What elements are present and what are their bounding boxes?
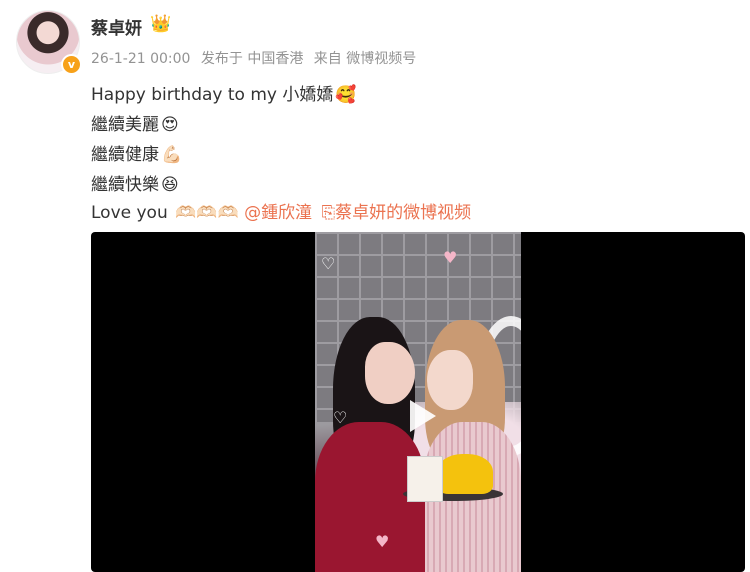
crown-icon: 👑 bbox=[150, 14, 172, 34]
post-time[interactable]: 26-1-21 00:00 bbox=[91, 51, 190, 67]
heart-icon: ♡ bbox=[321, 254, 336, 273]
post-line-5: Love you 🫶🏻🫶🏻🫶🏻 @鍾欣潼 ⎘蔡卓妍的微博视频 bbox=[91, 198, 471, 223]
post-text: 繼續健康 bbox=[91, 145, 159, 165]
post-line-2: 繼續美麗 😍 bbox=[91, 110, 179, 135]
mention-link[interactable]: @鍾欣潼 bbox=[244, 203, 312, 223]
post-text: 繼續美麗 bbox=[91, 115, 159, 135]
heart-hands-emoji-icon: 🫶🏻🫶🏻🫶🏻 bbox=[175, 203, 239, 223]
birthday-cake bbox=[437, 454, 493, 494]
video-player[interactable]: ♡ ♥ ♡ ♥ bbox=[91, 232, 745, 572]
video-frame[interactable]: ♡ ♥ ♡ ♥ bbox=[315, 232, 521, 572]
heart-icon: ♡ bbox=[333, 408, 348, 427]
person-face bbox=[365, 342, 415, 404]
post-line-3: 繼續健康 💪🏻 bbox=[91, 140, 182, 165]
play-icon[interactable] bbox=[410, 400, 436, 432]
video-link-icon[interactable]: ⎘ bbox=[321, 203, 335, 223]
post-text: Happy birthday to my 小嬌嬌 bbox=[91, 85, 334, 105]
post-meta: 26-1-21 00:00 发布于 中国香港 来自 微博视频号 bbox=[91, 48, 422, 68]
verified-badge-icon: v bbox=[61, 54, 82, 75]
laughing-emoji-icon: 😆 bbox=[161, 175, 179, 195]
post-line-1: Happy birthday to my 小嬌嬌 🥰 bbox=[91, 80, 357, 105]
heart-icon: ♥ bbox=[443, 248, 458, 267]
greeting-card bbox=[407, 456, 443, 502]
username[interactable]: 蔡卓妍 bbox=[91, 14, 142, 39]
heart-icon: ♥ bbox=[375, 532, 390, 551]
post-location: 发布于 中国香港 bbox=[200, 51, 304, 67]
flexed-biceps-emoji-icon: 💪🏻 bbox=[161, 145, 183, 165]
post-text: Love you bbox=[91, 203, 168, 223]
heart-eyes-emoji-icon: 😍 bbox=[161, 115, 179, 135]
smiling-hearts-emoji-icon: 🥰 bbox=[335, 85, 357, 105]
video-link[interactable]: 蔡卓妍的微博视频 bbox=[335, 203, 471, 223]
post-source[interactable]: 来自 微博视频号 bbox=[314, 51, 416, 67]
post-text: 繼續快樂 bbox=[91, 175, 159, 195]
post-line-4: 繼續快樂 😆 bbox=[91, 170, 179, 195]
